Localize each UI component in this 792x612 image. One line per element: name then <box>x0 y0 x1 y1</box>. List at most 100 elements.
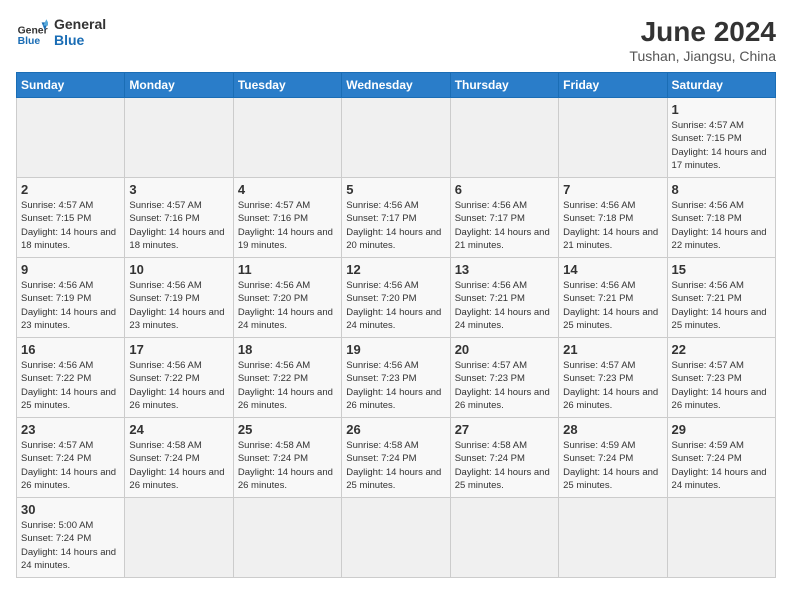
table-row: 26 Sunrise: 4:58 AMSunset: 7:24 PMDayligh… <box>342 418 450 498</box>
table-row <box>233 498 341 578</box>
day-number: 11 <box>238 262 337 277</box>
day-number: 13 <box>455 262 554 277</box>
day-number: 23 <box>21 422 120 437</box>
table-row: 7 Sunrise: 4:56 AMSunset: 7:18 PMDaylight… <box>559 178 667 258</box>
calendar-week-row: 2Sunrise: 4:57 AMSunset: 7:15 PMDaylight… <box>17 178 776 258</box>
calendar-week-row: 30Sunrise: 5:00 AMSunset: 7:24 PMDayligh… <box>17 498 776 578</box>
table-row: 13 Sunrise: 4:56 AMSunset: 7:21 PMDayligh… <box>450 258 558 338</box>
table-row: 11 Sunrise: 4:56 AMSunset: 7:20 PMDayligh… <box>233 258 341 338</box>
table-row: 5 Sunrise: 4:56 AMSunset: 7:17 PMDaylight… <box>342 178 450 258</box>
day-number: 28 <box>563 422 662 437</box>
calendar-header-row: Sunday Monday Tuesday Wednesday Thursday… <box>17 73 776 98</box>
day-info: Sunrise: 4:56 AMSunset: 7:20 PMDaylight:… <box>346 279 445 332</box>
header-thursday: Thursday <box>450 73 558 98</box>
calendar-week-row: 1Sunrise: 4:57 AMSunset: 7:15 PMDaylight… <box>17 98 776 178</box>
table-row: 24Sunrise: 4:58 AMSunset: 7:24 PMDayligh… <box>125 418 233 498</box>
table-row: 19Sunrise: 4:56 AMSunset: 7:23 PMDayligh… <box>342 338 450 418</box>
day-number: 25 <box>238 422 337 437</box>
svg-text:General: General <box>18 26 48 37</box>
day-info: Sunrise: 4:56 AMSunset: 7:20 PMDaylight:… <box>238 279 337 332</box>
table-row <box>450 98 558 178</box>
table-row <box>125 98 233 178</box>
day-info: Sunrise: 4:58 AMSunset: 7:24 PMDaylight:… <box>346 439 445 492</box>
day-number: 21 <box>563 342 662 357</box>
day-info: Sunrise: 4:56 AMSunset: 7:21 PMDaylight:… <box>455 279 554 332</box>
day-info: Sunrise: 4:56 AMSunset: 7:19 PMDaylight:… <box>21 279 120 332</box>
calendar-week-row: 9 Sunrise: 4:56 AMSunset: 7:19 PMDaylight… <box>17 258 776 338</box>
header-sunday: Sunday <box>17 73 125 98</box>
table-row: 17Sunrise: 4:56 AMSunset: 7:22 PMDayligh… <box>125 338 233 418</box>
day-info: Sunrise: 4:56 AMSunset: 7:22 PMDaylight:… <box>129 359 228 412</box>
day-number: 15 <box>672 262 771 277</box>
header: General Blue General Blue June 2024 Tush… <box>16 16 776 64</box>
day-number: 5 <box>346 182 445 197</box>
table-row: 23Sunrise: 4:57 AMSunset: 7:24 PMDayligh… <box>17 418 125 498</box>
day-info: Sunrise: 4:59 AMSunset: 7:24 PMDaylight:… <box>563 439 662 492</box>
day-number: 16 <box>21 342 120 357</box>
day-number: 29 <box>672 422 771 437</box>
day-number: 8 <box>672 182 771 197</box>
header-friday: Friday <box>559 73 667 98</box>
logo-general-text: General <box>54 16 106 32</box>
day-info: Sunrise: 4:58 AMSunset: 7:24 PMDaylight:… <box>455 439 554 492</box>
day-number: 24 <box>129 422 228 437</box>
table-row: 18 Sunrise: 4:56 AMSunset: 7:22 PMDayligh… <box>233 338 341 418</box>
day-info: Sunrise: 4:57 AMSunset: 7:15 PMDaylight:… <box>21 199 120 252</box>
day-info: Sunrise: 4:56 AMSunset: 7:22 PMDaylight:… <box>238 359 337 412</box>
logo-icon: General Blue <box>16 16 48 48</box>
header-wednesday: Wednesday <box>342 73 450 98</box>
table-row: 12Sunrise: 4:56 AMSunset: 7:20 PMDayligh… <box>342 258 450 338</box>
day-number: 10 <box>129 262 228 277</box>
day-number: 7 <box>563 182 662 197</box>
day-info: Sunrise: 4:57 AMSunset: 7:15 PMDaylight:… <box>672 119 771 172</box>
day-info: Sunrise: 4:57 AMSunset: 7:16 PMDaylight:… <box>238 199 337 252</box>
calendar-week-row: 23Sunrise: 4:57 AMSunset: 7:24 PMDayligh… <box>17 418 776 498</box>
logo: General Blue General Blue <box>16 16 106 48</box>
svg-text:Blue: Blue <box>18 36 41 47</box>
day-info: Sunrise: 4:56 AMSunset: 7:18 PMDaylight:… <box>672 199 771 252</box>
table-row: 2Sunrise: 4:57 AMSunset: 7:15 PMDaylight… <box>17 178 125 258</box>
day-info: Sunrise: 4:56 AMSunset: 7:21 PMDaylight:… <box>563 279 662 332</box>
day-info: Sunrise: 4:56 AMSunset: 7:19 PMDaylight:… <box>129 279 228 332</box>
day-number: 3 <box>129 182 228 197</box>
table-row: 1Sunrise: 4:57 AMSunset: 7:15 PMDaylight… <box>667 98 775 178</box>
table-row: 15 Sunrise: 4:56 AMSunset: 7:21 PMDayligh… <box>667 258 775 338</box>
logo-blue-text: Blue <box>54 32 106 48</box>
table-row <box>450 498 558 578</box>
header-saturday: Saturday <box>667 73 775 98</box>
table-row: 21 Sunrise: 4:57 AMSunset: 7:23 PMDayligh… <box>559 338 667 418</box>
table-row: 27 Sunrise: 4:58 AMSunset: 7:24 PMDayligh… <box>450 418 558 498</box>
day-number: 9 <box>21 262 120 277</box>
day-number: 20 <box>455 342 554 357</box>
day-number: 18 <box>238 342 337 357</box>
day-info: Sunrise: 4:57 AMSunset: 7:23 PMDaylight:… <box>672 359 771 412</box>
day-number: 6 <box>455 182 554 197</box>
day-info: Sunrise: 4:56 AMSunset: 7:17 PMDaylight:… <box>455 199 554 252</box>
day-info: Sunrise: 4:56 AMSunset: 7:22 PMDaylight:… <box>21 359 120 412</box>
table-row: 16 Sunrise: 4:56 AMSunset: 7:22 PMDayligh… <box>17 338 125 418</box>
day-number: 14 <box>563 262 662 277</box>
table-row <box>233 98 341 178</box>
day-info: Sunrise: 4:56 AMSunset: 7:21 PMDaylight:… <box>672 279 771 332</box>
header-tuesday: Tuesday <box>233 73 341 98</box>
table-row <box>125 498 233 578</box>
calendar-title: June 2024 <box>629 16 776 48</box>
calendar-subtitle: Tushan, Jiangsu, China <box>629 48 776 64</box>
table-row: 22 Sunrise: 4:57 AMSunset: 7:23 PMDayligh… <box>667 338 775 418</box>
table-row: 20Sunrise: 4:57 AMSunset: 7:23 PMDayligh… <box>450 338 558 418</box>
day-info: Sunrise: 4:56 AMSunset: 7:17 PMDaylight:… <box>346 199 445 252</box>
day-number: 26 <box>346 422 445 437</box>
table-row: 6 Sunrise: 4:56 AMSunset: 7:17 PMDaylight… <box>450 178 558 258</box>
day-number: 27 <box>455 422 554 437</box>
day-info: Sunrise: 4:56 AMSunset: 7:18 PMDaylight:… <box>563 199 662 252</box>
day-info: Sunrise: 4:57 AMSunset: 7:16 PMDaylight:… <box>129 199 228 252</box>
table-row: 28 Sunrise: 4:59 AMSunset: 7:24 PMDayligh… <box>559 418 667 498</box>
day-info: Sunrise: 4:56 AMSunset: 7:23 PMDaylight:… <box>346 359 445 412</box>
calendar-week-row: 16 Sunrise: 4:56 AMSunset: 7:22 PMDayligh… <box>17 338 776 418</box>
table-row <box>342 98 450 178</box>
table-row: 8 Sunrise: 4:56 AMSunset: 7:18 PMDaylight… <box>667 178 775 258</box>
day-info: Sunrise: 4:57 AMSunset: 7:23 PMDaylight:… <box>563 359 662 412</box>
table-row <box>559 498 667 578</box>
title-area: June 2024 Tushan, Jiangsu, China <box>629 16 776 64</box>
day-number: 22 <box>672 342 771 357</box>
